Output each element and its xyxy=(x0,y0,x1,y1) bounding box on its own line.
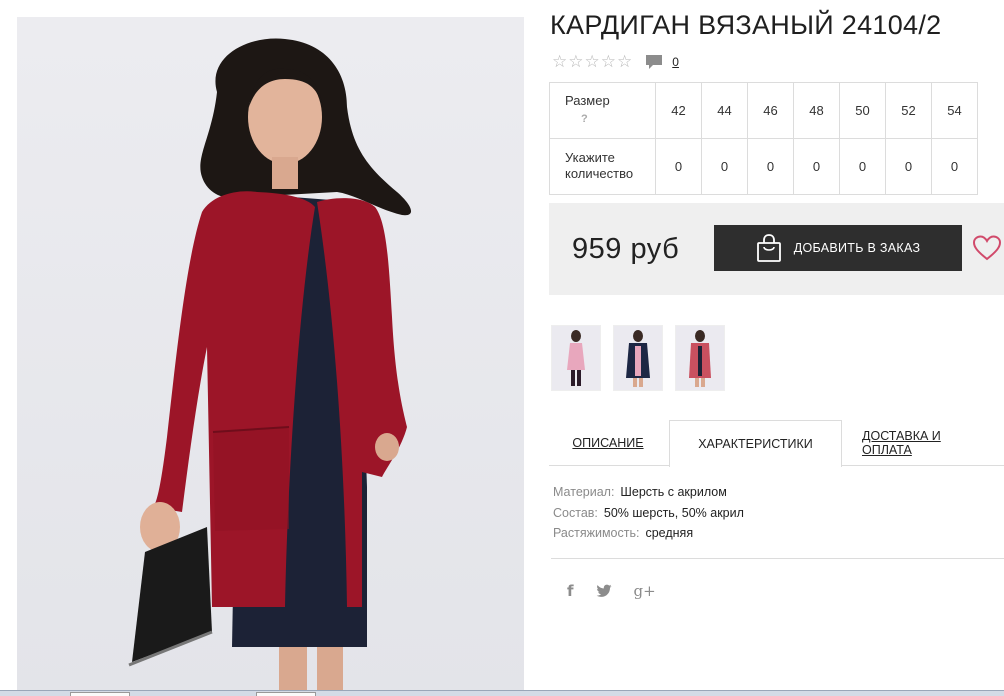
spec-value: Шерсть с акрилом xyxy=(620,485,727,499)
twitter-icon[interactable] xyxy=(596,584,612,598)
tab-delivery[interactable]: ДОСТАВКА И ОПЛАТА xyxy=(862,420,992,466)
quantity-input[interactable]: 0 xyxy=(747,138,794,195)
size-cell: 50 xyxy=(839,82,886,139)
size-label-cell: Размер ? xyxy=(549,82,656,139)
social-share: f g+ xyxy=(567,582,678,600)
tab-specs[interactable]: ХАРАКТЕРИСТИКИ xyxy=(669,420,842,467)
thumbnail-pink[interactable] xyxy=(551,325,601,391)
spec-row: Материал: Шерсть с акрилом xyxy=(553,482,744,503)
star-icon[interactable]: ☆ xyxy=(552,53,567,71)
star-icon[interactable]: ☆ xyxy=(617,53,632,71)
specs-list: Материал: Шерсть с акрилом Состав: 50% шер… xyxy=(553,482,744,544)
thumbnail-red[interactable] xyxy=(675,325,725,391)
spec-row: Растяжимость: средняя xyxy=(553,523,744,544)
size-cell: 42 xyxy=(655,82,702,139)
thumbnail-strip xyxy=(551,325,737,391)
spec-key: Растяжимость: xyxy=(553,526,640,540)
spec-key: Состав: xyxy=(553,505,598,520)
product-photo[interactable] xyxy=(17,17,524,696)
buy-box: 959 руб ДОБАВИТЬ В ЗАКАЗ xyxy=(549,203,1004,295)
taskbar-item[interactable] xyxy=(256,692,316,696)
size-cell: 54 xyxy=(931,82,978,139)
review-count-link[interactable]: 0 xyxy=(672,55,679,69)
quantity-input[interactable]: 0 xyxy=(701,138,748,195)
spec-row: Состав: 50% шерсть, 50% акрил xyxy=(553,503,744,524)
comment-icon[interactable] xyxy=(645,53,663,71)
rating: ☆ ☆ ☆ ☆ ☆ 0 xyxy=(552,53,679,71)
shopping-bag-icon xyxy=(756,234,781,262)
spec-value: средняя xyxy=(645,526,694,540)
size-table: Размер ? 42 44 46 48 50 52 54 Укажите ко… xyxy=(549,82,978,195)
quantity-row: Укажите количество 0 0 0 0 0 0 0 xyxy=(549,138,978,195)
size-cell: 46 xyxy=(747,82,794,139)
spec-key: Материал: xyxy=(553,485,615,499)
taskbar-item[interactable] xyxy=(70,692,130,696)
size-label: Размер xyxy=(565,93,610,108)
add-to-order-label: ДОБАВИТЬ В ЗАКАЗ xyxy=(793,241,921,255)
heart-icon[interactable] xyxy=(973,235,1001,261)
size-cell: 44 xyxy=(701,82,748,139)
facebook-icon[interactable]: f xyxy=(567,582,574,600)
star-icon[interactable]: ☆ xyxy=(601,53,616,71)
add-to-order-button[interactable]: ДОБАВИТЬ В ЗАКАЗ xyxy=(714,225,962,271)
google-plus-icon[interactable]: g+ xyxy=(634,582,656,600)
size-cell: 48 xyxy=(793,82,840,139)
size-cell: 52 xyxy=(885,82,932,139)
tab-description[interactable]: ОПИСАНИЕ xyxy=(567,420,649,466)
quantity-input[interactable]: 0 xyxy=(793,138,840,195)
size-row: Размер ? 42 44 46 48 50 52 54 xyxy=(549,82,978,139)
product-title: КАРДИГАН ВЯЗАНЫЙ 24104/2 xyxy=(550,10,942,40)
thumbnail-navy[interactable] xyxy=(613,325,663,391)
divider xyxy=(551,558,1004,559)
star-icon[interactable]: ☆ xyxy=(585,53,600,71)
quantity-input[interactable]: 0 xyxy=(931,138,978,195)
star-icon[interactable]: ☆ xyxy=(568,53,583,71)
quantity-input[interactable]: 0 xyxy=(885,138,932,195)
quantity-label: Укажите количество xyxy=(549,138,656,195)
price: 959 руб xyxy=(572,233,680,265)
quantity-input[interactable]: 0 xyxy=(655,138,702,195)
quantity-input[interactable]: 0 xyxy=(839,138,886,195)
help-icon[interactable]: ? xyxy=(581,111,641,127)
info-tabs: ОПИСАНИЕ ХАРАКТЕРИСТИКИ ДОСТАВКА И ОПЛАТ… xyxy=(549,420,1004,467)
spec-value: 50% шерсть, 50% акрил xyxy=(603,505,744,520)
taskbar xyxy=(0,690,1004,696)
product-page: КАРДИГАН ВЯЗАНЫЙ 24104/2 ☆ ☆ ☆ ☆ ☆ 0 Раз… xyxy=(0,0,1004,696)
